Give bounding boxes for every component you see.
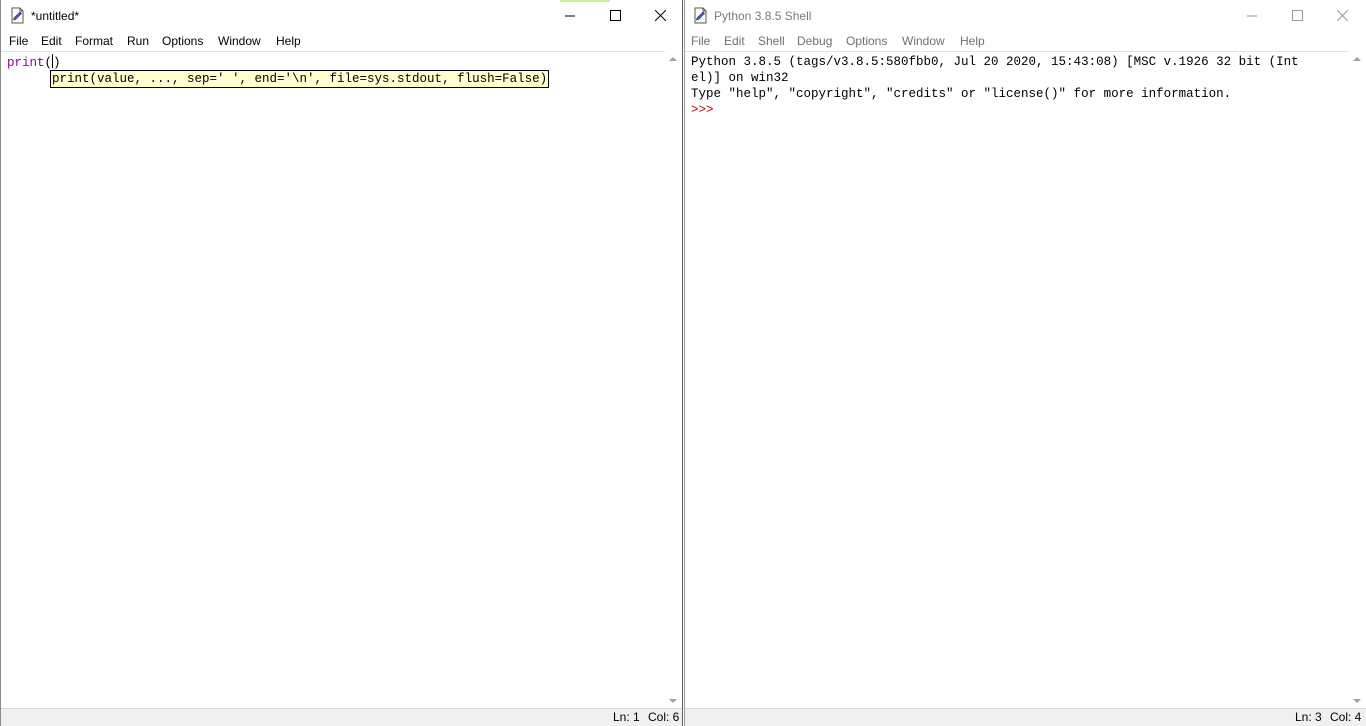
scroll-down-arrow-icon[interactable] <box>669 699 677 703</box>
code-line-1: print() <box>7 54 61 71</box>
shell-text-area[interactable]: Python 3.8.5 (tags/v3.8.5:580fbb0, Jul 2… <box>685 51 1349 709</box>
shell-titlebar[interactable]: Python 3.8.5 Shell <box>685 0 1366 31</box>
idle-document-icon <box>692 7 709 24</box>
menu-file[interactable]: File <box>691 33 710 49</box>
calltip-tooltip: print(value, ..., sep=' ', end='\n', fil… <box>50 70 550 88</box>
shell-window: Python 3.8.5 Shell File Edit Shell Debug… <box>684 0 1366 726</box>
idle-document-icon <box>9 7 26 24</box>
close-button[interactable] <box>1319 0 1365 31</box>
minimize-icon <box>565 11 575 21</box>
shell-banner-line-3: Type "help", "copyright", "credits" or "… <box>691 87 1232 101</box>
editor-status-col: Col: 6 <box>648 710 680 724</box>
maximize-button[interactable] <box>1274 0 1320 31</box>
close-icon <box>654 10 666 21</box>
minimize-button[interactable] <box>1229 0 1275 31</box>
editor-status-line: Ln: 1 <box>613 710 640 724</box>
editor-window: *untitled* File Edit Format Run Options … <box>0 0 683 726</box>
shell-banner-line-1: Python 3.8.5 (tags/v3.8.5:580fbb0, Jul 2… <box>691 55 1299 69</box>
editor-statusbar: Ln: 1 Col: 6 <box>1 708 682 726</box>
code-keyword: print <box>7 56 45 70</box>
menu-help[interactable]: Help <box>276 33 301 49</box>
menu-window[interactable]: Window <box>902 33 945 49</box>
minimize-icon <box>1247 11 1257 21</box>
menu-run[interactable]: Run <box>127 33 149 49</box>
shell-menubar: File Edit Shell Debug Options Window Hel… <box>685 31 1366 51</box>
maximize-button[interactable] <box>592 0 638 31</box>
menu-debug[interactable]: Debug <box>797 33 832 49</box>
shell-window-title: Python 3.8.5 Shell <box>714 9 812 23</box>
menu-window[interactable]: Window <box>218 33 261 49</box>
maximize-icon <box>609 10 621 21</box>
close-button[interactable] <box>637 0 682 31</box>
menu-edit[interactable]: Edit <box>41 33 62 49</box>
shell-status-line: Ln: 3 <box>1295 710 1322 724</box>
editor-window-title: *untitled* <box>31 9 80 23</box>
menu-options[interactable]: Options <box>162 33 203 49</box>
scroll-down-arrow-icon[interactable] <box>1353 699 1361 703</box>
code-paren-close: ) <box>53 56 61 70</box>
menu-help[interactable]: Help <box>960 33 985 49</box>
menu-format[interactable]: Format <box>75 33 113 49</box>
scroll-up-arrow-icon[interactable] <box>1353 57 1361 61</box>
menu-edit[interactable]: Edit <box>724 33 745 49</box>
shell-prompt: >>> <box>691 103 722 117</box>
code-paren-open: ( <box>44 56 53 70</box>
shell-status-col: Col: 4 <box>1330 710 1362 724</box>
editor-text-area[interactable]: print() <box>1 51 665 709</box>
scroll-up-arrow-icon[interactable] <box>669 57 677 61</box>
menu-options[interactable]: Options <box>846 33 887 49</box>
menu-shell[interactable]: Shell <box>758 33 785 49</box>
shell-vertical-scrollbar[interactable] <box>1349 51 1366 709</box>
close-icon <box>1336 10 1348 21</box>
editor-menubar: File Edit Format Run Options Window Help <box>1 31 682 51</box>
menu-file[interactable]: File <box>9 33 28 49</box>
minimize-button[interactable] <box>547 0 593 31</box>
shell-banner-line-2: el)] on win32 <box>691 71 789 85</box>
maximize-icon <box>1291 10 1303 21</box>
editor-titlebar[interactable]: *untitled* <box>1 0 682 31</box>
editor-vertical-scrollbar[interactable] <box>665 51 682 709</box>
shell-statusbar: Ln: 3 Col: 4 <box>685 708 1366 726</box>
